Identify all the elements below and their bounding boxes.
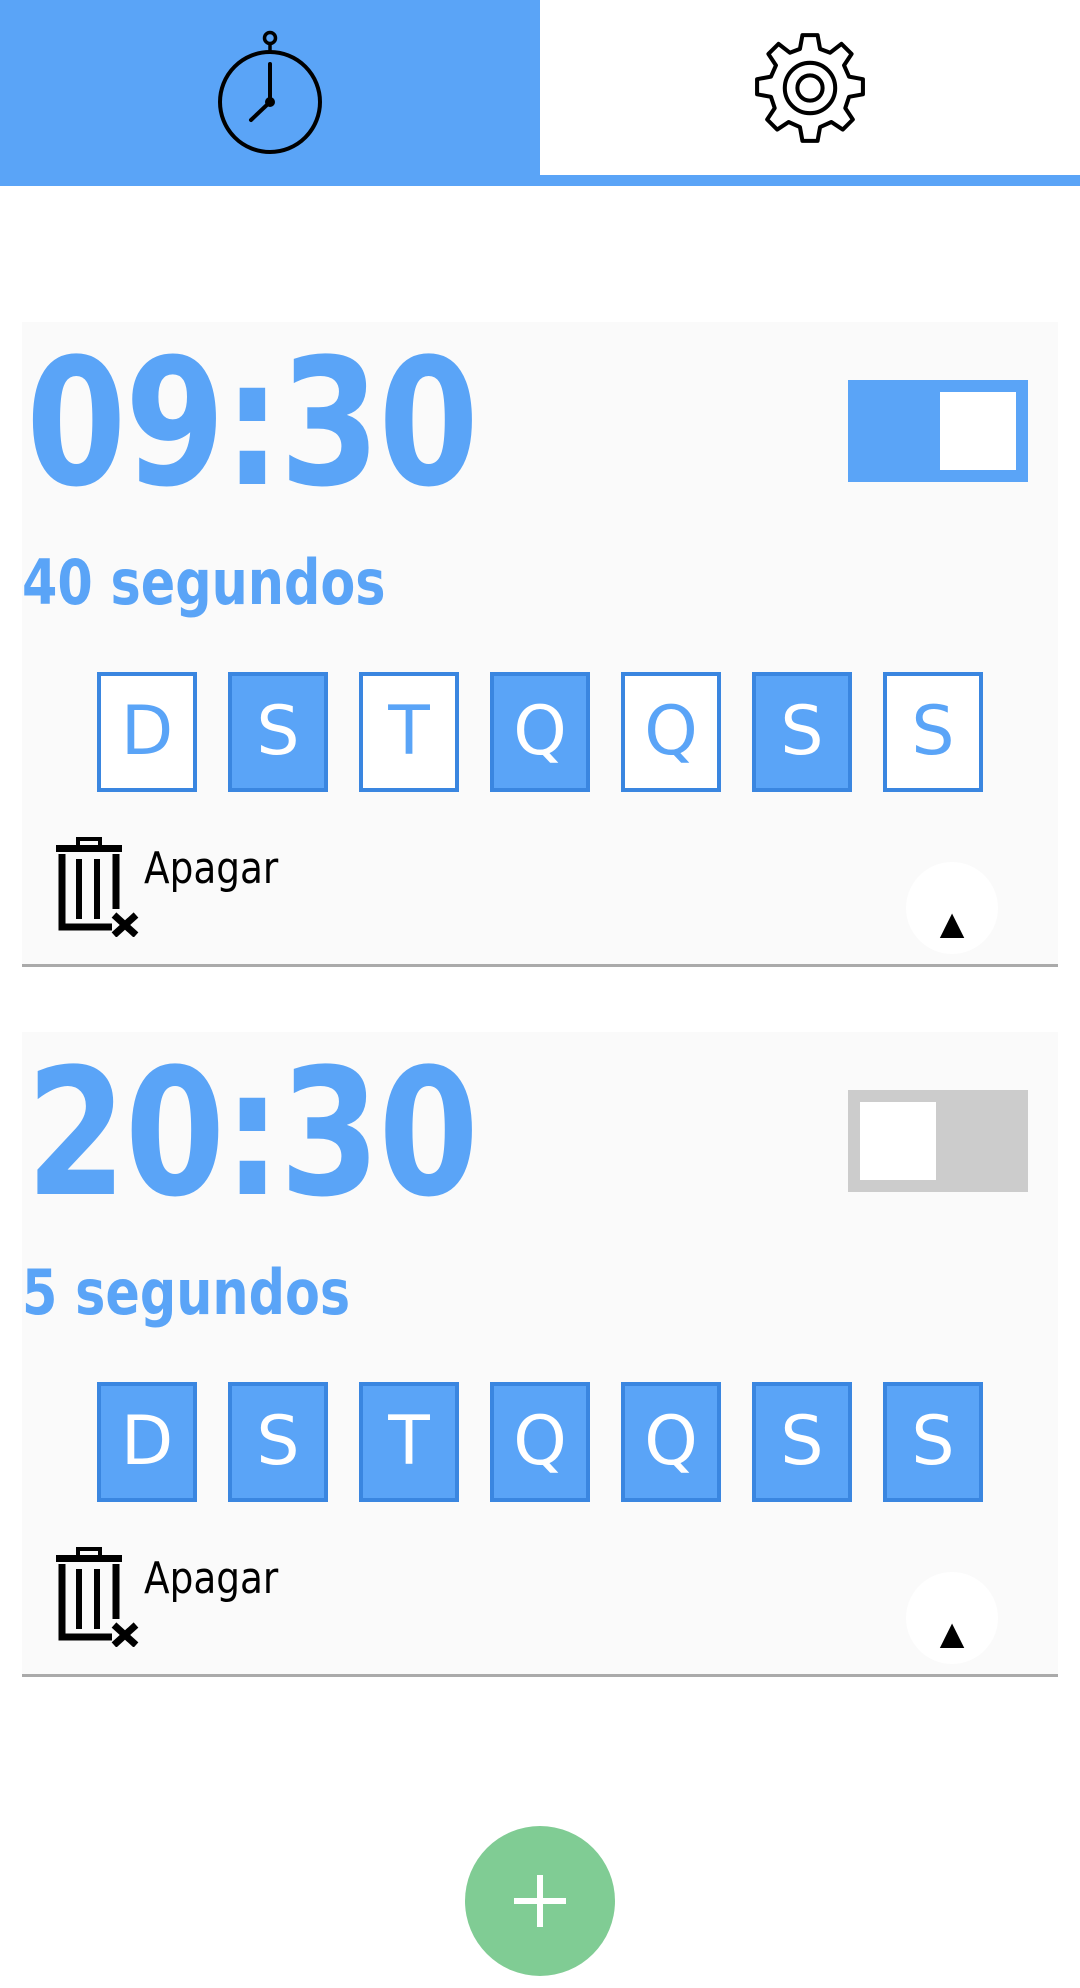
alarm-time[interactable]: 09:30 [26, 336, 479, 512]
day-wednesday[interactable]: Q [490, 1382, 590, 1502]
day-friday[interactable]: S [752, 1382, 852, 1502]
day-monday[interactable]: S [228, 1382, 328, 1502]
delete-label: Apagar [144, 1553, 279, 1604]
trash-delete-icon [56, 1547, 139, 1647]
day-sunday[interactable]: D [97, 1382, 197, 1502]
alarm-time[interactable]: 20:30 [26, 1046, 479, 1222]
alarm-card: 09:30 40 segundos D S T Q Q S S Apagar ▲ [22, 322, 1058, 967]
delete-label: Apagar [144, 843, 279, 894]
add-alarm-button[interactable] [465, 1826, 615, 1976]
day-wednesday[interactable]: Q [490, 672, 590, 792]
day-thursday[interactable]: Q [621, 1382, 721, 1502]
triangle-up-icon: ▲ [939, 904, 965, 942]
trash-delete-icon [56, 837, 139, 937]
day-monday[interactable]: S [228, 672, 328, 792]
day-tuesday[interactable]: T [359, 672, 459, 792]
alarm-toggle[interactable] [848, 380, 1028, 482]
collapse-button[interactable]: ▲ [906, 862, 998, 954]
triangle-up-icon: ▲ [939, 1614, 965, 1652]
weekday-selector: D S T Q Q S S [97, 672, 987, 792]
active-tab-indicator [540, 175, 1080, 186]
stopwatch-icon [218, 30, 322, 154]
tab-settings[interactable] [540, 0, 1080, 175]
day-friday[interactable]: S [752, 672, 852, 792]
delete-button[interactable]: Apagar [52, 1547, 302, 1647]
gear-icon [755, 32, 865, 143]
collapse-button[interactable]: ▲ [906, 1572, 998, 1664]
day-saturday[interactable]: S [883, 1382, 983, 1502]
day-sunday[interactable]: D [97, 672, 197, 792]
tab-timer[interactable] [0, 0, 540, 186]
day-tuesday[interactable]: T [359, 1382, 459, 1502]
alarm-card: 20:30 5 segundos D S T Q Q S S Apagar ▲ [22, 1032, 1058, 1677]
alarm-duration[interactable]: 5 segundos [22, 1262, 350, 1324]
alarm-toggle[interactable] [848, 1090, 1028, 1192]
day-thursday[interactable]: Q [621, 672, 721, 792]
tab-bar [0, 0, 1080, 186]
day-saturday[interactable]: S [883, 672, 983, 792]
toggle-knob [860, 1102, 936, 1180]
alarm-duration[interactable]: 40 segundos [22, 552, 386, 614]
toggle-knob [940, 392, 1016, 470]
delete-button[interactable]: Apagar [52, 837, 302, 937]
weekday-selector: D S T Q Q S S [97, 1382, 987, 1502]
plus-icon [514, 1875, 566, 1927]
